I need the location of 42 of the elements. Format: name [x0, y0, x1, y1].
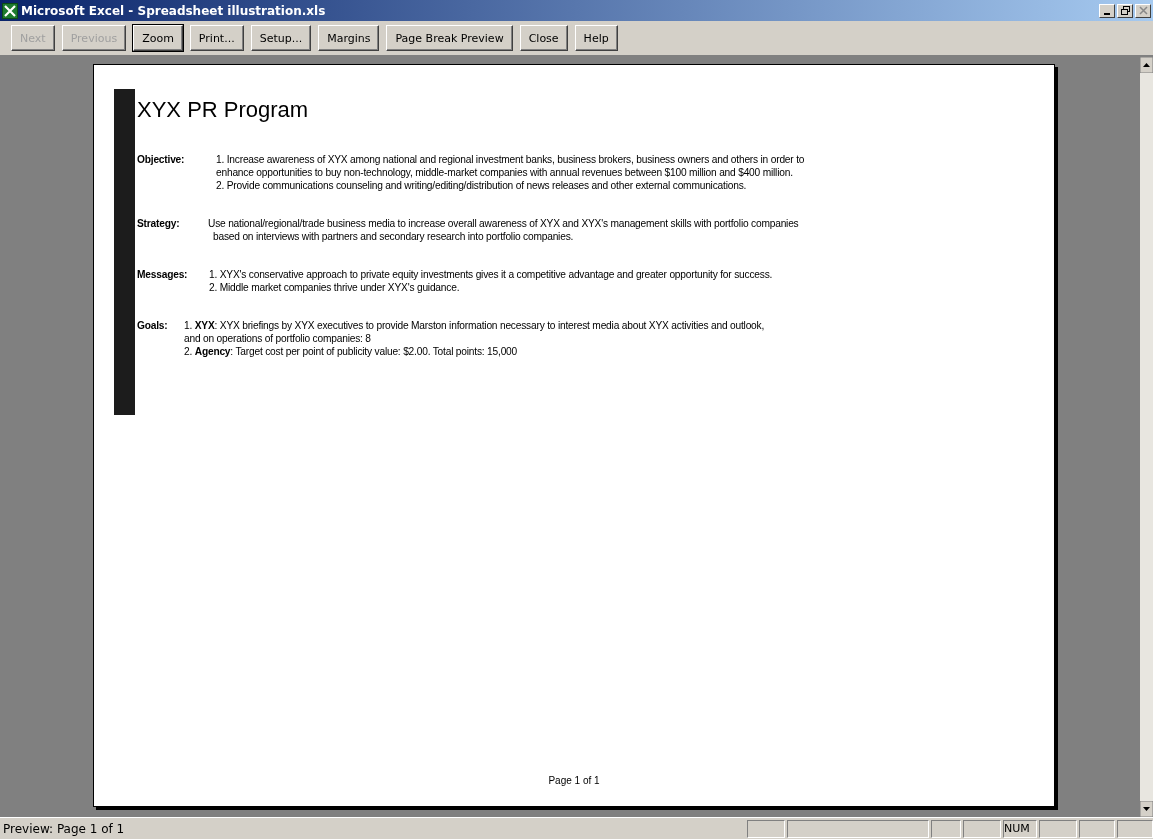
- vertical-scrollbar[interactable]: [1140, 57, 1153, 817]
- toolbar-button[interactable]: Setup...: [250, 25, 312, 51]
- minimize-button[interactable]: [1099, 3, 1115, 18]
- toolbar-button[interactable]: Zoom: [133, 25, 183, 51]
- status-panel: [931, 819, 961, 838]
- close-icon: [1138, 6, 1148, 15]
- section-text: 2. Provide communications counseling and writing/editing/distribution of news releases and other external communications.: [216, 179, 747, 192]
- section-text: 1. Increase awareness of XYX among national and regional investment banks, business brokers, business owners and others in order to: [216, 153, 805, 166]
- status-panel: [747, 819, 785, 838]
- restore-icon: [1120, 6, 1130, 15]
- toolbar-button[interactable]: Margins: [318, 25, 380, 51]
- section-text: 2. Middle market companies thrive under XYX's guidance.: [209, 281, 460, 294]
- spreadsheet-app-icon: [2, 2, 18, 19]
- toolbar-button[interactable]: Close: [519, 25, 568, 51]
- scroll-up-icon[interactable]: [1140, 57, 1153, 73]
- section-text: 1. XYX: XYX briefings by XYX executives to provide Marston information necessary to interest media about XYX activities and outlook,: [184, 319, 765, 332]
- section-label: Goals:: [137, 320, 168, 331]
- section-text: 1. XYX's conservative approach to private equity investments gives it a competitive advantage and greater opportunity for success.: [209, 268, 773, 281]
- section-label: Objective:: [137, 154, 185, 165]
- section-text: based on interviews with partners and secondary research into portfolio companies.: [213, 230, 574, 243]
- status-panel: [963, 819, 1001, 838]
- section-text: and on operations of portfolio companies: 8: [184, 332, 371, 345]
- section-label: Messages:: [137, 269, 188, 280]
- status-panel: [1079, 819, 1115, 838]
- section-text: Use national/regional/trade business media to increase overall awareness of XYX and XYX's management skills with portfolio companies: [208, 217, 799, 230]
- status-indicator: NUM: [1003, 819, 1037, 838]
- close-button[interactable]: [1135, 3, 1151, 18]
- status-panel: [1039, 819, 1077, 838]
- status-panel: [1117, 819, 1153, 838]
- toolbar-button[interactable]: Help: [574, 25, 618, 51]
- toolbar-button[interactable]: Page Break Preview: [386, 25, 513, 51]
- minimize-icon: [1104, 12, 1110, 15]
- window-title: Microsoft Excel - Spreadsheet illustration.xls: [21, 3, 327, 18]
- status-text: Preview: Page 1 of 1: [2, 821, 126, 836]
- section-text: enhance opportunities to buy non-technology, middle-market companies with annual revenues between $100 million and $400 million.: [216, 166, 793, 179]
- section-text: 2. Agency: Target cost per point of publicity value: $2.00. Total points: 15,000: [184, 345, 518, 358]
- page-footer: Page 1 of 1: [548, 775, 600, 786]
- scroll-down-icon[interactable]: [1140, 801, 1153, 817]
- restore-button[interactable]: [1117, 3, 1133, 18]
- section-label: Strategy:: [137, 218, 180, 229]
- page-title: XYX PR Program: [137, 97, 310, 124]
- toolbar-button[interactable]: Print...: [189, 25, 244, 51]
